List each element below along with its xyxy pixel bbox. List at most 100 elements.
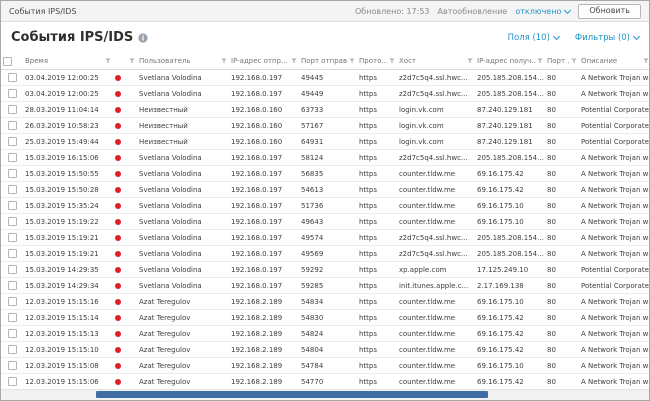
cell-time: 12.03.2019 15:15:08 [23,357,113,374]
table-row[interactable]: 03.04.2019 12:00:25 Svetlana Volodina 19… [1,69,649,86]
cell-host: counter.tldw.me [397,309,475,326]
col-severity[interactable] [113,53,137,70]
cell-src-port: 56835 [299,165,357,182]
filters-dropdown[interactable]: Фильтры (0) [574,32,641,43]
info-icon[interactable] [138,32,148,43]
row-checkbox[interactable] [7,249,17,258]
row-checkbox[interactable] [7,137,17,146]
fields-dropdown[interactable]: Поля (10) [508,33,560,43]
table-row[interactable]: 12.03.2019 15:15:10 Azat Teregulov 192.1… [1,341,649,358]
filter-icon[interactable] [467,58,473,64]
cell-dst-port: 80 [545,149,579,166]
select-all-checkbox[interactable] [3,56,12,66]
cell-protocol: https [357,261,397,278]
col-src-port[interactable]: Порт отправит... [299,53,357,70]
table-row[interactable]: 15.03.2019 16:15:06 Svetlana Volodina 19… [1,149,649,166]
row-checkbox[interactable] [7,265,17,274]
cell-description: Potential Corporate Privacy Violation [579,133,649,150]
row-checkbox[interactable] [7,329,17,338]
table-row[interactable]: 15.03.2019 15:50:28 Svetlana Volodina 19… [1,181,649,198]
row-checkbox[interactable] [7,201,17,210]
col-protocol[interactable]: Прото... [357,53,397,70]
row-checkbox[interactable] [7,297,17,306]
row-checkbox[interactable] [7,377,17,386]
table-row[interactable]: 12.03.2019 15:15:14 Azat Teregulov 192.1… [1,309,649,326]
row-checkbox[interactable] [7,281,17,290]
cell-host: login.vk.com [397,133,475,150]
col-description[interactable]: Описание [579,53,649,70]
cell-time: 15.03.2019 14:29:35 [23,261,113,278]
row-checkbox[interactable] [7,185,17,194]
cell-severity [113,245,137,262]
table-row[interactable]: 15.03.2019 14:29:35 Svetlana Volodina 19… [1,261,649,278]
cell-dst-ip: 87.240.129.181 [475,101,545,118]
row-checkbox[interactable] [7,233,17,242]
col-src-ip[interactable]: IP-адрес отпр... [229,53,299,70]
cell-src-ip: 192.168.0.160 [229,101,299,118]
table-row[interactable]: 25.03.2019 15:49:44 Неизвестный 192.168.… [1,133,649,150]
col-time[interactable]: Время [23,53,113,70]
cell-user: Svetlana Volodina [137,261,229,278]
col-host[interactable]: Хост [397,53,475,70]
horizontal-scrollbar[interactable] [1,389,649,400]
cell-protocol: https [357,373,397,389]
cell-protocol: https [357,229,397,246]
filter-icon[interactable] [571,58,577,64]
cell-dst-ip: 69.16.175.42 [475,325,545,342]
cell-user: Svetlana Volodina [137,165,229,182]
cell-dst-port: 80 [545,69,579,86]
row-checkbox[interactable] [7,217,17,226]
row-checkbox[interactable] [7,169,17,178]
cell-time: 03.04.2019 12:00:25 [23,85,113,102]
row-checkbox[interactable] [7,105,17,114]
col-dst-ip[interactable]: IP-адрес получ... [475,53,545,70]
table-row[interactable]: 15.03.2019 15:19:21 Svetlana Volodina 19… [1,229,649,246]
filter-icon[interactable] [389,58,395,64]
table-row[interactable]: 12.03.2019 15:15:16 Azat Teregulov 192.1… [1,293,649,310]
cell-time: 15.03.2019 15:19:21 [23,229,113,246]
table-row[interactable]: 15.03.2019 15:19:22 Svetlana Volodina 19… [1,213,649,230]
cell-host: login.vk.com [397,117,475,134]
severity-dot [115,282,121,289]
row-checkbox[interactable] [7,313,17,322]
title-links: Поля (10) Фильтры (0) [508,32,641,43]
table-row[interactable]: 15.03.2019 15:35:24 Svetlana Volodina 19… [1,197,649,214]
table-row[interactable]: 12.03.2019 15:15:13 Azat Teregulov 192.1… [1,325,649,342]
table-row[interactable]: 12.03.2019 15:15:06 Azat Teregulov 192.1… [1,373,649,389]
table-row[interactable]: 15.03.2019 15:50:55 Svetlana Volodina 19… [1,165,649,182]
row-checkbox[interactable] [7,89,17,98]
cell-dst-port: 80 [545,85,579,102]
scrollbar-thumb[interactable] [96,391,488,398]
table-row[interactable]: 03.04.2019 12:00:25 Svetlana Volodina 19… [1,85,649,102]
row-checkbox[interactable] [7,121,17,130]
filter-icon[interactable] [349,58,355,64]
filter-icon[interactable] [105,58,111,64]
filter-icon[interactable] [291,58,297,64]
row-select-cell [1,341,23,358]
col-user[interactable]: Пользователь [137,53,229,70]
col-dst-port[interactable]: Порт ... [545,53,579,70]
refresh-button[interactable]: Обновить [578,3,641,19]
filter-icon[interactable] [129,58,135,64]
autorefresh-toggle[interactable]: отключено [515,6,572,16]
table-row[interactable]: 12.03.2019 15:15:08 Azat Teregulov 192.1… [1,357,649,374]
row-checkbox[interactable] [7,153,17,162]
row-checkbox[interactable] [7,361,17,370]
row-checkbox[interactable] [7,73,17,82]
cell-src-ip: 192.168.0.197 [229,261,299,278]
filter-icon[interactable] [643,58,649,64]
table-row[interactable]: 15.03.2019 14:29:34 Svetlana Volodina 19… [1,277,649,294]
table-row[interactable]: 26.03.2019 10:58:23 Неизвестный 192.168.… [1,117,649,134]
filter-icon[interactable] [221,58,227,64]
filter-icon[interactable] [537,58,543,64]
filters-link-label: Фильтры (0) [574,32,630,43]
table-row[interactable]: 15.03.2019 15:19:21 Svetlana Volodina 19… [1,245,649,262]
cell-user: Azat Teregulov [137,341,229,358]
cell-host: z2d7c5q4.ssl.hwc... [397,149,475,166]
table-row[interactable]: 28.03.2019 11:04:14 Неизвестный 192.168.… [1,101,649,118]
row-checkbox[interactable] [7,345,17,354]
cell-src-ip: 192.168.2.189 [229,325,299,342]
cell-protocol: https [357,245,397,262]
cell-user: Svetlana Volodina [137,69,229,86]
cell-host: counter.tldw.me [397,325,475,342]
